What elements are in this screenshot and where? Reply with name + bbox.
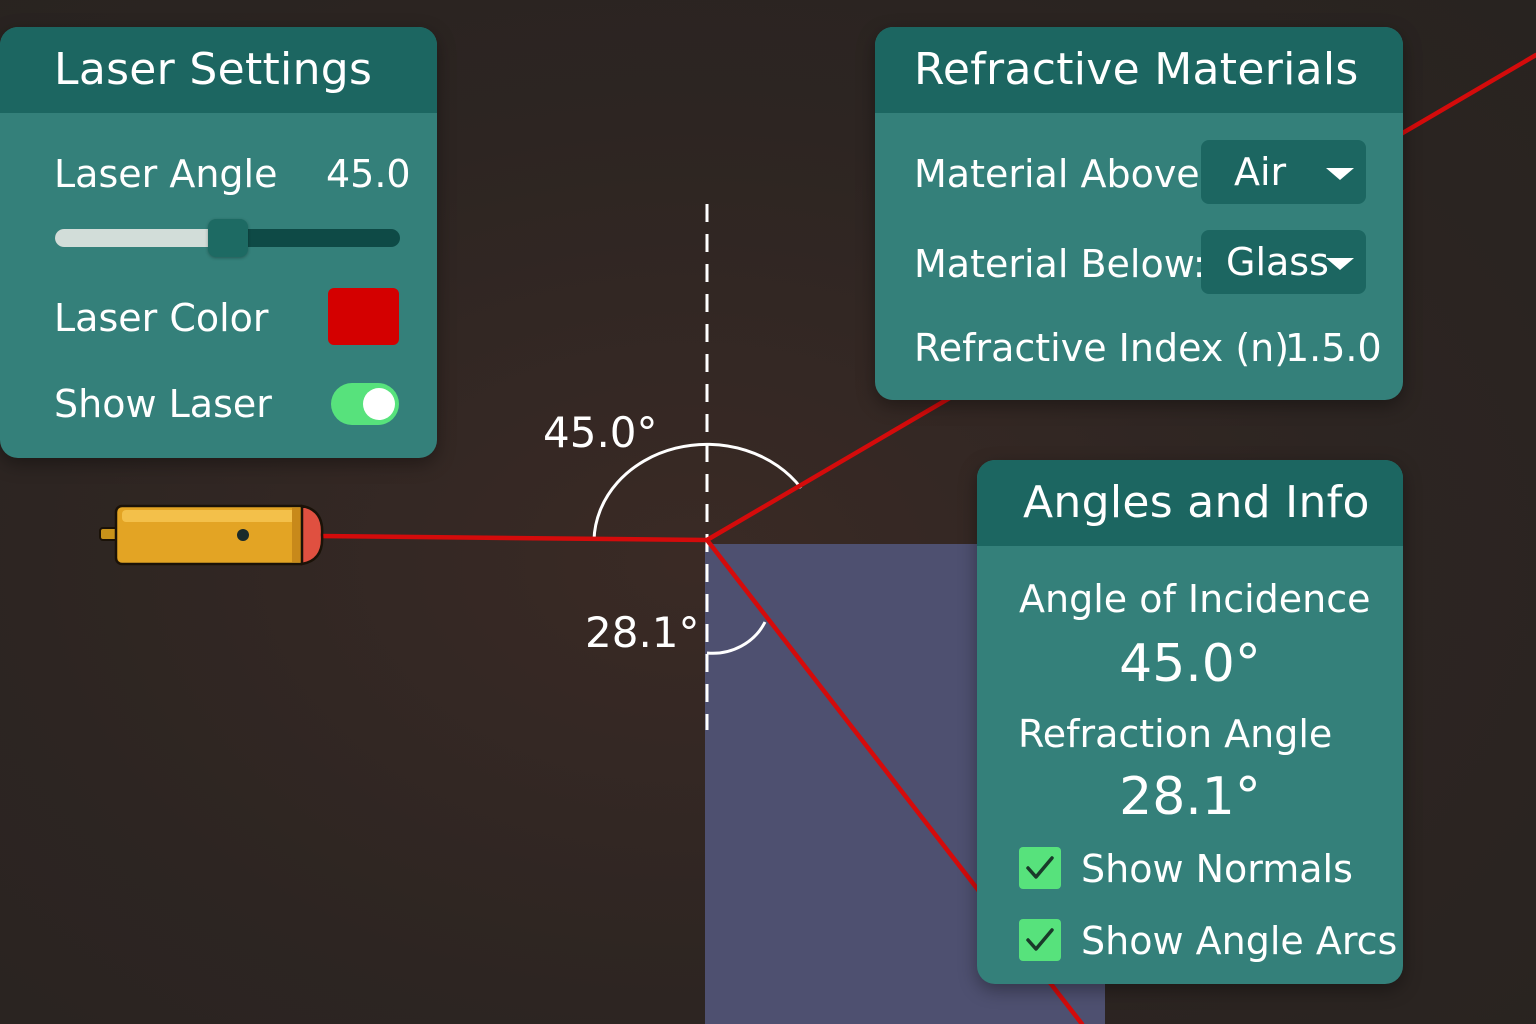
show-normals-checkbox[interactable] bbox=[1019, 847, 1061, 889]
material-above-dropdown[interactable]: Air bbox=[1201, 140, 1366, 204]
show-laser-label: Show Laser bbox=[54, 382, 272, 426]
refractive-index-label: Refractive Index (n) bbox=[914, 326, 1290, 370]
show-normals-label: Show Normals bbox=[1081, 847, 1353, 891]
slider-thumb[interactable] bbox=[207, 219, 248, 257]
panel-title: Refractive Materials bbox=[875, 27, 1403, 113]
incidence-value: 45.0° bbox=[1119, 634, 1261, 694]
show-angle-arcs-checkbox[interactable] bbox=[1019, 919, 1061, 961]
slider-fill bbox=[55, 229, 228, 247]
incidence-arc-label: 45.0° bbox=[543, 408, 658, 457]
show-angle-arcs-label: Show Angle Arcs bbox=[1081, 919, 1398, 963]
checkmark-icon bbox=[1026, 928, 1054, 951]
refraction-arc-label: 28.1° bbox=[585, 608, 700, 657]
laser-angle-label: Laser Angle bbox=[54, 152, 278, 196]
refractive-materials-panel: Refractive Materials Material Above: Air… bbox=[875, 27, 1403, 400]
incidence-arc bbox=[592, 442, 803, 541]
laser-device[interactable] bbox=[99, 504, 324, 566]
material-below-label: Material Below: bbox=[914, 242, 1206, 286]
material-above-value: Air bbox=[1234, 150, 1287, 194]
panel-title: Laser Settings bbox=[0, 27, 437, 113]
checkmark-icon bbox=[1026, 856, 1054, 879]
incidence-label: Angle of Incidence bbox=[1019, 577, 1371, 621]
laser-color-swatch[interactable] bbox=[328, 288, 399, 345]
laser-angle-value: 45.0 bbox=[326, 152, 411, 196]
refractive-index-value: 1.5.0 bbox=[1285, 326, 1382, 370]
laser-color-label: Laser Color bbox=[54, 296, 269, 340]
laser-angle-slider[interactable] bbox=[55, 219, 400, 257]
chevron-down-icon bbox=[1326, 168, 1354, 180]
incident-beam bbox=[315, 533, 710, 543]
material-above-label: Material Above: bbox=[914, 152, 1213, 196]
refraction-value: 28.1° bbox=[1119, 767, 1261, 827]
toggle-knob bbox=[363, 388, 395, 420]
laser-settings-panel: Laser Settings Laser Angle 45.0 Laser Co… bbox=[0, 27, 437, 458]
refraction-label: Refraction Angle bbox=[1018, 712, 1333, 756]
angles-info-panel: Angles and Info Angle of Incidence 45.0°… bbox=[977, 460, 1403, 984]
material-below-value: Glass bbox=[1226, 240, 1329, 284]
show-laser-toggle[interactable] bbox=[331, 383, 399, 425]
panel-title: Angles and Info bbox=[977, 460, 1403, 546]
chevron-down-icon bbox=[1326, 258, 1354, 270]
material-below-dropdown[interactable]: Glass bbox=[1201, 230, 1366, 294]
